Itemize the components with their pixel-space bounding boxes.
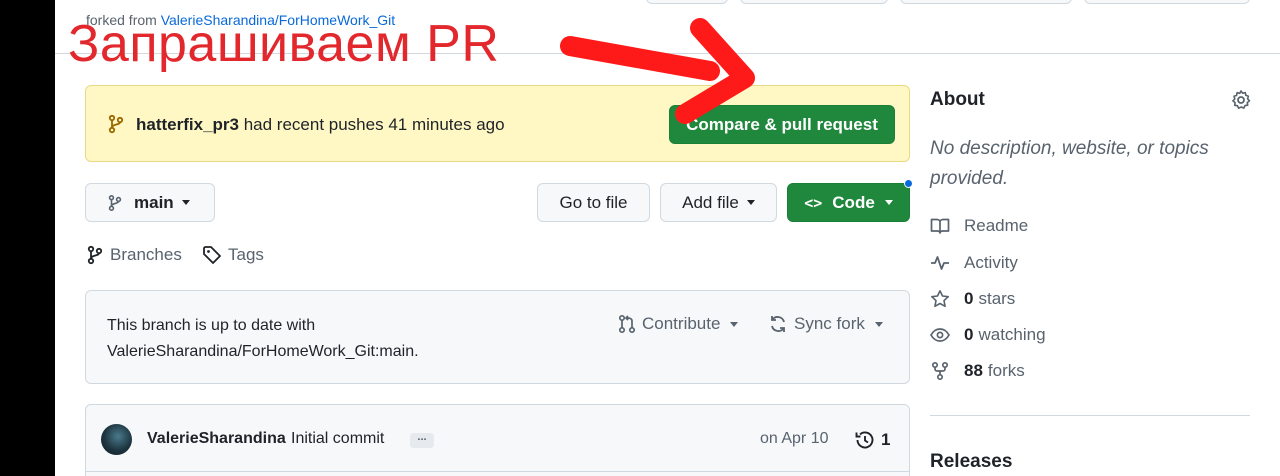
book-icon bbox=[930, 218, 950, 234]
sync-status-line2[interactable]: ValerieSharandina/ForHomeWork_Git:main. bbox=[107, 339, 419, 365]
code-icon: <> bbox=[804, 193, 823, 212]
watching-count: 0 bbox=[964, 325, 974, 344]
go-to-file-label: Go to file bbox=[559, 192, 628, 212]
code-label: Code bbox=[832, 192, 875, 212]
pulse-icon bbox=[931, 256, 949, 270]
annotation-text: Запрашиваем PR bbox=[68, 15, 500, 73]
chevron-down-icon bbox=[884, 200, 893, 205]
latest-commit-box: ValerieSharandina Initial commit ... on … bbox=[85, 404, 910, 476]
stars-link[interactable]: 0 stars bbox=[930, 289, 1015, 309]
commit-expand-button[interactable]: ... bbox=[410, 432, 434, 448]
forks-link[interactable]: 88 forks bbox=[930, 361, 1025, 381]
about-description: No description, website, or topics provi… bbox=[930, 138, 1209, 189]
gear-icon[interactable] bbox=[1230, 89, 1252, 116]
star-icon bbox=[931, 290, 949, 308]
commit-count: 1 bbox=[881, 430, 891, 449]
about-title: About bbox=[930, 89, 985, 110]
activity-link[interactable]: Activity bbox=[930, 253, 1018, 273]
commit-message-link[interactable]: Initial commit bbox=[291, 430, 384, 448]
forks-count: 88 bbox=[964, 361, 983, 380]
commit-history-link[interactable]: 1 bbox=[854, 429, 890, 451]
forks-label: forks bbox=[987, 361, 1025, 380]
top-toolbar-button[interactable] bbox=[900, 0, 1072, 4]
add-file-label: Add file bbox=[682, 192, 739, 212]
repo-forked-icon bbox=[931, 361, 949, 381]
git-branch-icon bbox=[87, 245, 103, 265]
tags-link[interactable]: Tags bbox=[202, 245, 264, 265]
latest-commit-row: ValerieSharandina Initial commit ... on … bbox=[86, 405, 909, 472]
contribute-label: Contribute bbox=[642, 314, 721, 333]
annotation-arrow-icon bbox=[560, 18, 755, 124]
chevron-down-icon bbox=[874, 321, 883, 327]
contribute-button[interactable]: Contribute bbox=[618, 314, 739, 334]
sidebar-divider bbox=[930, 415, 1250, 416]
sync-fork-label: Sync fork bbox=[794, 314, 865, 333]
git-pull-request-icon bbox=[618, 314, 636, 334]
branch-selector-button[interactable]: main bbox=[85, 183, 215, 222]
watching-link[interactable]: 0 watching bbox=[930, 325, 1046, 345]
readme-link[interactable]: Readme bbox=[930, 216, 1028, 236]
sync-status-line1: This branch is up to date with bbox=[107, 317, 316, 334]
sync-fork-button[interactable]: Sync fork bbox=[768, 314, 883, 334]
top-toolbar-button[interactable] bbox=[740, 0, 888, 4]
top-toolbar-button[interactable] bbox=[646, 0, 728, 4]
git-branch-icon bbox=[108, 194, 122, 211]
chevron-down-icon bbox=[181, 200, 190, 205]
banner-text: had recent pushes 41 minutes ago bbox=[243, 115, 505, 134]
stars-label: stars bbox=[978, 289, 1016, 308]
activity-label: Activity bbox=[964, 253, 1018, 272]
commit-author-link[interactable]: ValerieSharandina bbox=[147, 430, 286, 448]
sync-status-text: This branch is up to date with ValerieSh… bbox=[107, 313, 419, 365]
branches-label: Branches bbox=[110, 245, 182, 264]
left-black-strip bbox=[0, 0, 55, 476]
notification-dot bbox=[904, 179, 913, 188]
avatar[interactable] bbox=[101, 424, 132, 455]
recent-push-banner: hatterfix_pr3 had recent pushes 41 minut… bbox=[85, 85, 910, 162]
branches-link[interactable]: Branches bbox=[86, 245, 182, 265]
branch-name: main bbox=[134, 192, 174, 212]
tags-label: Tags bbox=[228, 245, 264, 264]
git-branch-icon bbox=[108, 114, 124, 139]
tag-icon bbox=[203, 246, 221, 264]
commit-date: on Apr 10 bbox=[760, 430, 829, 447]
banner-branch-name[interactable]: hatterfix_pr3 bbox=[136, 115, 239, 134]
banner-message: hatterfix_pr3 had recent pushes 41 minut… bbox=[136, 115, 505, 135]
eye-icon bbox=[930, 328, 950, 342]
sync-icon bbox=[771, 316, 785, 332]
chevron-down-icon bbox=[730, 321, 739, 327]
go-to-file-button[interactable]: Go to file bbox=[537, 183, 650, 222]
stars-count: 0 bbox=[964, 289, 974, 308]
readme-label: Readme bbox=[964, 216, 1029, 235]
branch-sync-status-box: This branch is up to date with ValerieSh… bbox=[85, 290, 910, 384]
releases-title[interactable]: Releases bbox=[930, 451, 1012, 473]
history-icon bbox=[855, 431, 874, 449]
chevron-down-icon bbox=[746, 200, 755, 205]
top-toolbar-button[interactable] bbox=[1084, 0, 1250, 4]
code-button[interactable]: <> Code bbox=[787, 183, 910, 222]
watching-label: watching bbox=[978, 325, 1046, 344]
add-file-button[interactable]: Add file bbox=[660, 183, 777, 222]
